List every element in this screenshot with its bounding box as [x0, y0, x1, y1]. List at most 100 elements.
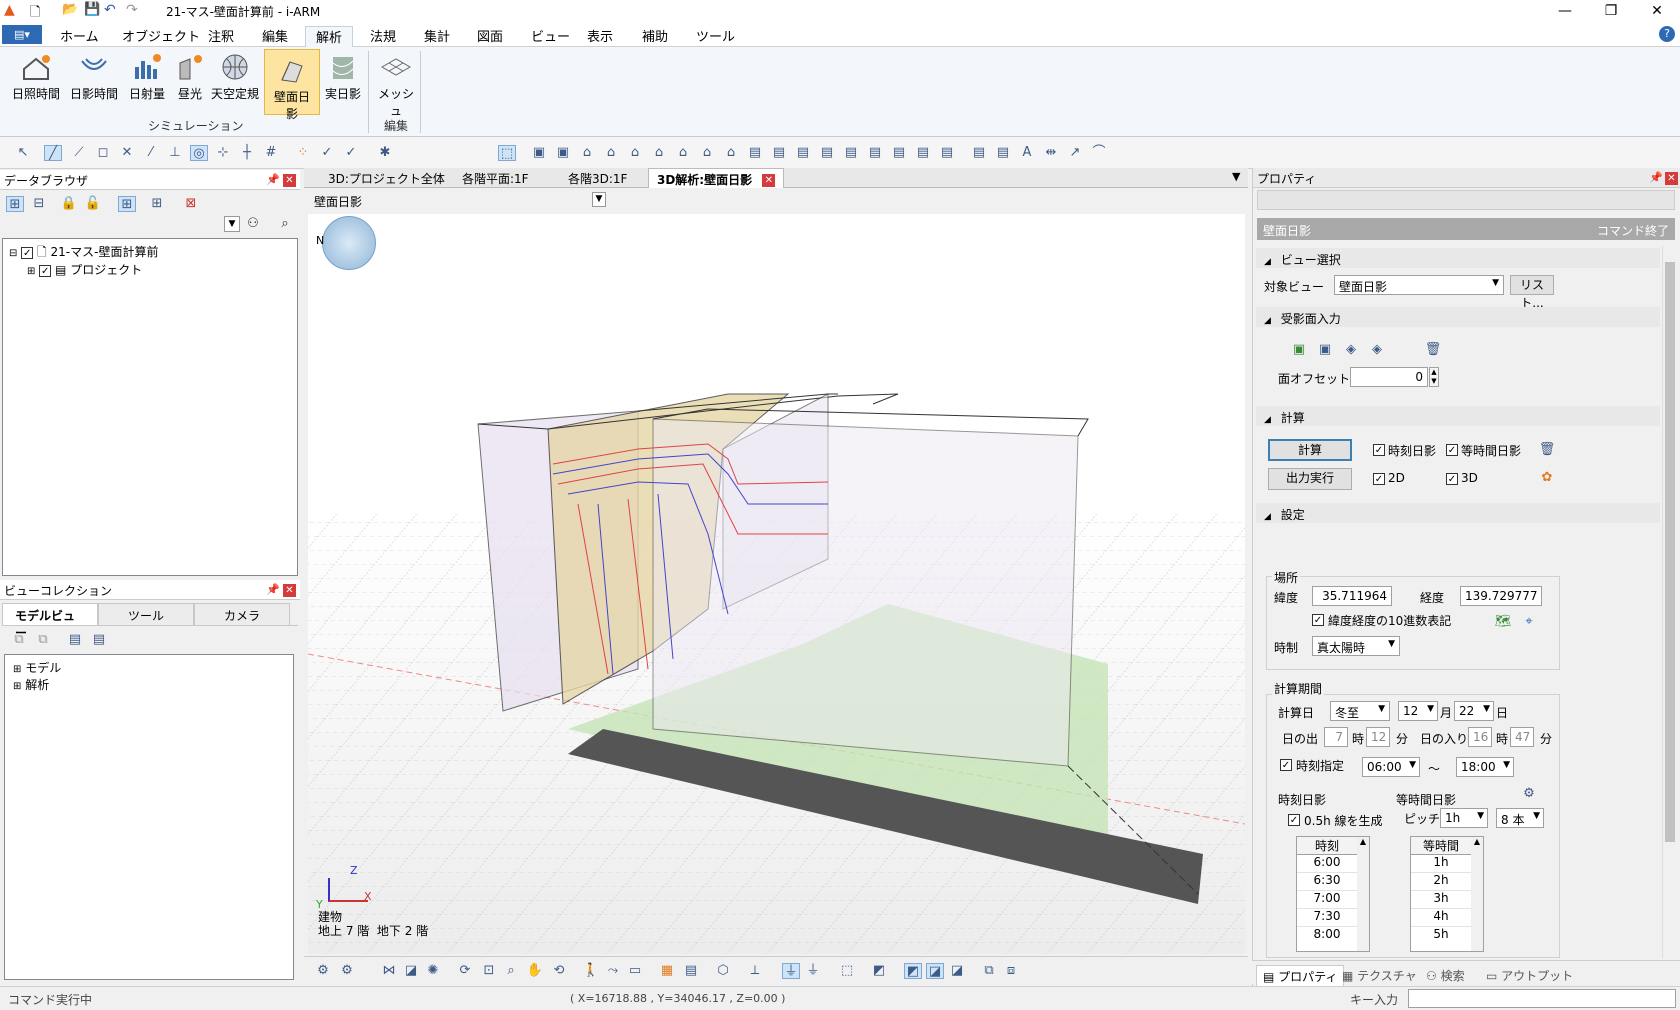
list-item[interactable]: 7:00 [1297, 891, 1357, 909]
tab-assist[interactable]: 補助 [632, 26, 678, 47]
close-tab-icon[interactable]: ✕ [762, 174, 776, 187]
shadow-time-button[interactable]: 日影時間 [66, 53, 122, 111]
circle-snap-icon[interactable]: ◎ [190, 145, 208, 161]
screen-icon[interactable]: ▭ [626, 963, 644, 979]
list-item[interactable]: 4h [1411, 909, 1471, 927]
copy-view-icon[interactable]: ⧉ [10, 632, 28, 648]
refresh-icon[interactable]: ⟳ [456, 963, 474, 979]
expand-icon[interactable]: ⊞ [13, 681, 21, 692]
dim-filter-icon[interactable]: ⇹ [1042, 145, 1060, 161]
check-snap-icon[interactable]: ✓ [318, 145, 336, 161]
doc-tab-plan-1f[interactable]: 各階平面:1F [454, 170, 537, 187]
undo-icon[interactable]: ↶ [104, 2, 116, 18]
object-filter-4-icon[interactable]: ⌂ [602, 145, 620, 161]
pick-surface-icon[interactable]: ◈ [1368, 342, 1386, 358]
cube-view-icon[interactable]: ▦ [658, 963, 676, 979]
expand-icon[interactable]: ⊞ [13, 664, 21, 675]
output-button[interactable]: 出力実行 [1268, 468, 1352, 490]
grid-icon[interactable]: # [262, 145, 280, 161]
minimize-button[interactable]: — [1542, 0, 1588, 22]
view-properties-icon[interactable]: ⚙ [314, 963, 332, 979]
wall-shadow-button[interactable]: 壁面日影 [264, 49, 320, 121]
view-selector[interactable]: 壁面日影 ▼ [310, 190, 606, 210]
end-command-link[interactable]: コマンド終了 [1597, 222, 1669, 239]
pitch-select[interactable]: 1h ▼ [1440, 808, 1488, 828]
list-item[interactable]: 8:00 [1297, 927, 1357, 945]
arc-filter-icon[interactable]: ⌒ [1090, 145, 1108, 161]
checkbox-file[interactable]: ✓ [21, 246, 34, 259]
object-filter-18-icon[interactable]: ▤ [938, 145, 956, 161]
check-snap-2-icon[interactable]: ✓ [342, 145, 360, 161]
offset-input[interactable]: 0 [1350, 367, 1428, 387]
tab-totals[interactable]: 集計 [414, 26, 460, 47]
solar-radiation-button[interactable]: 日射量 [124, 53, 170, 111]
sky-ruler-button[interactable]: 天空定規 [208, 53, 262, 111]
text-filter-icon[interactable]: A [1018, 145, 1036, 161]
target-view-select[interactable]: 壁面日影 ▼ [1334, 275, 1504, 295]
doc-tab-wall-shadow[interactable]: 3D解析:壁面日影 ✕ [648, 168, 785, 188]
list-item[interactable]: 6:00 [1297, 855, 1357, 873]
latitude-input[interactable]: 35.711964 [1312, 586, 1392, 606]
list-button[interactable]: リスト... [1510, 275, 1554, 310]
unlock-icon[interactable]: 🔓 [84, 196, 102, 212]
zoom-fit-icon[interactable]: ⊡ [480, 963, 498, 979]
tab-drawing[interactable]: 図面 [467, 26, 513, 47]
paste-view-icon[interactable]: ⧉ [34, 632, 52, 648]
parallel-icon[interactable]: ⏚ [804, 963, 822, 979]
lock-icon[interactable]: 🔒 [60, 196, 78, 212]
real-shadow-button[interactable]: 実日影 [322, 53, 364, 111]
close-icon[interactable]: ✕ [1665, 172, 1678, 185]
perspective-icon[interactable]: ⏚ [782, 963, 800, 979]
locate-icon[interactable]: ⌖ [1520, 614, 1538, 630]
object-selector[interactable] [1257, 190, 1675, 210]
tab-display[interactable]: 表示 [577, 26, 623, 47]
binoculars-icon[interactable]: ⚇ [244, 216, 262, 232]
list-item[interactable]: 6:30 [1297, 873, 1357, 891]
pin-icon[interactable]: 📌 [1649, 171, 1663, 184]
2d-checkbox[interactable]: ✓ [1373, 473, 1385, 485]
close-icon[interactable]: ✕ [283, 584, 296, 597]
camera-path-icon[interactable]: ⤳ [604, 963, 622, 979]
trash-icon[interactable]: 🗑 [1538, 442, 1556, 458]
slash-icon[interactable]: ⁄ [142, 145, 160, 161]
chevron-down-icon[interactable]: ▼ [592, 192, 606, 207]
section-settings[interactable]: ◢ 設定 [1256, 503, 1660, 523]
tab-annotation[interactable]: 注釈 [198, 26, 244, 47]
leader-filter-icon[interactable]: ↗ [1066, 145, 1084, 161]
pin-icon[interactable]: 📌 [266, 583, 280, 596]
time-shadow-checkbox[interactable]: ✓ [1373, 444, 1385, 456]
object-filter-13-icon[interactable]: ▤ [818, 145, 836, 161]
day-select[interactable]: 22 ▼ [1454, 701, 1494, 721]
cross-icon[interactable]: ✕ [118, 145, 136, 161]
equal-time-checkbox[interactable]: ✓ [1446, 444, 1458, 456]
help-icon[interactable]: ? [1659, 26, 1675, 42]
object-filter-3-icon[interactable]: ⌂ [578, 145, 596, 161]
tab-texture[interactable]: ▦ テクスチャ [1336, 965, 1423, 986]
tab-edit[interactable]: 編集 [252, 26, 298, 47]
view-settings-icon[interactable]: ⚙ [338, 963, 356, 979]
decimal-checkbox[interactable]: ✓ [1312, 614, 1324, 626]
time-system-select[interactable]: 真太陽時 ▼ [1312, 636, 1400, 656]
month-select[interactable]: 12 ▼ [1398, 701, 1438, 721]
object-filter-16-icon[interactable]: ▤ [890, 145, 908, 161]
capture-icon[interactable]: ⧉ [980, 963, 998, 979]
tab-model-view[interactable]: モデルビュー [2, 603, 98, 640]
tab-tools[interactable]: ツール [98, 603, 194, 625]
object-filter-19-icon[interactable]: ▤ [970, 145, 988, 161]
equal-times-list[interactable]: 等時間 1h 2h 3h 4h 5h ▲ [1410, 836, 1484, 952]
compass-icon[interactable] [322, 216, 376, 270]
dropdown-toggle-icon[interactable]: ▼ [224, 216, 240, 232]
mesh-button[interactable]: メッシュ [374, 53, 418, 118]
wireframe-icon[interactable]: ⋈ [380, 963, 398, 979]
tab-tools[interactable]: ツール [686, 26, 745, 47]
object-filter-7-icon[interactable]: ⌂ [674, 145, 692, 161]
lines-select[interactable]: 8 本 ▼ [1496, 808, 1544, 828]
tree-view-icon[interactable]: ⊞ [6, 196, 24, 212]
box-icon[interactable]: ◻ [94, 145, 112, 161]
orbit-icon[interactable]: ⟲ [550, 963, 568, 979]
move-surface-icon[interactable]: ◈ [1342, 342, 1360, 358]
tab-list-dropdown-icon[interactable]: ▼ [1232, 170, 1240, 183]
close-button[interactable]: ✕ [1634, 0, 1680, 22]
filter-tree-icon[interactable]: ⊞ [118, 196, 136, 212]
3d-checkbox[interactable]: ✓ [1446, 473, 1458, 485]
